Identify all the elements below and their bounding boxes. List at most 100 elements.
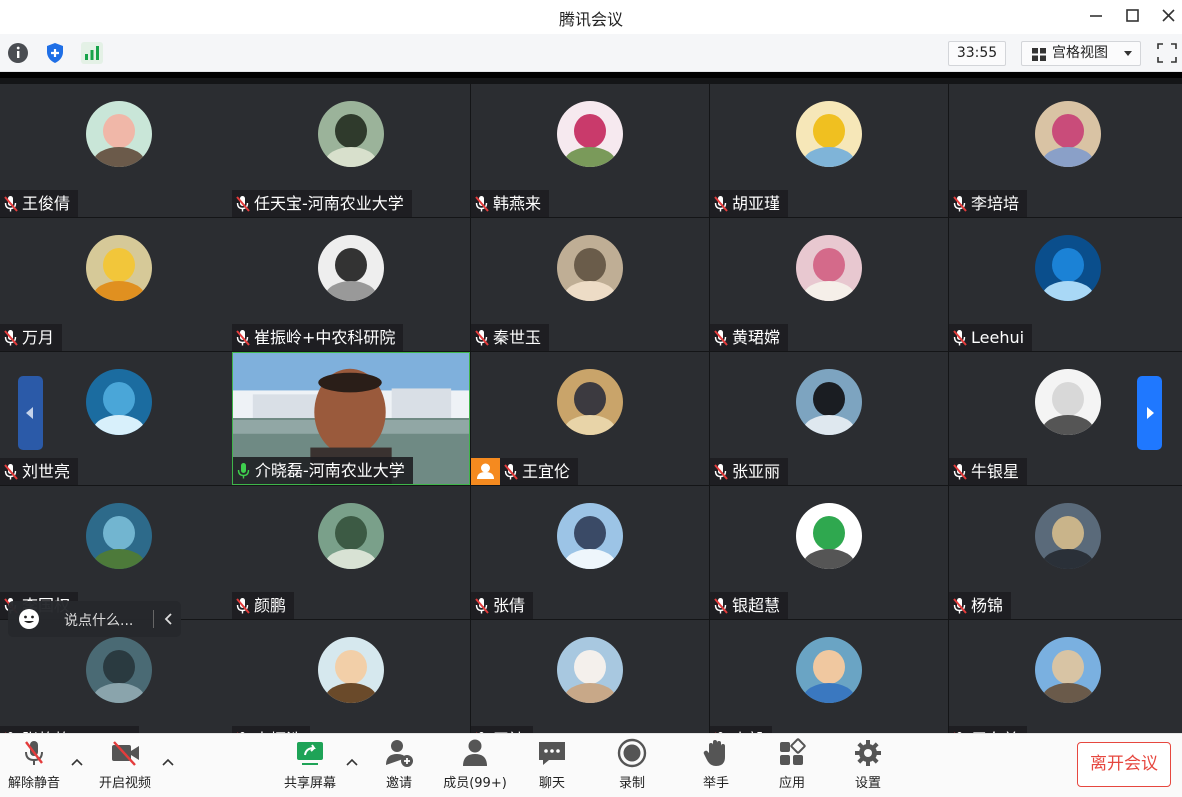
title-bar: 腾讯会议 [0, 0, 1182, 34]
record-button[interactable]: 录制 [613, 737, 651, 791]
bottom-control-bar: 解除静音 开启视频 共享屏幕 邀请 成员(99+) 聊天 录制 举手 应用 设置… [0, 733, 1182, 797]
chevron-left-icon[interactable] [164, 611, 174, 627]
close-button[interactable] [1155, 4, 1181, 28]
participant-avatar [557, 637, 623, 703]
participant-tile[interactable]: 介晓磊-河南农业大学 [232, 352, 470, 485]
participant-name-tag: 介晓磊-河南农业大学 [233, 457, 413, 484]
participant-tile[interactable]: 张亚丽 [710, 352, 948, 485]
chat-bubble-icon [539, 742, 565, 765]
participant-name-tag: 李培培 [949, 190, 1028, 217]
participant-tile[interactable]: 周东美 [949, 620, 1182, 733]
participant-name: 颜鹏 [254, 596, 287, 615]
participant-name-tag: 杨锦 [949, 592, 1012, 619]
mic-muted-icon [714, 330, 728, 346]
participant-avatar [86, 637, 152, 703]
chat-button[interactable]: 聊天 [533, 737, 571, 791]
participant-name-tag: 任天宝-河南农业大学 [232, 190, 412, 217]
shield-icon[interactable] [43, 41, 67, 65]
leave-meeting-button[interactable]: 离开会议 [1077, 742, 1171, 787]
participant-tile[interactable]: 秦世玉 [471, 218, 709, 351]
muted-mic-icon [25, 741, 43, 765]
participant-avatar [318, 101, 384, 167]
unmute-button[interactable]: 解除静音 [6, 737, 62, 791]
participant-tile[interactable]: 王宜伦 [471, 352, 709, 485]
participant-name-tag: 周东美 [949, 726, 1028, 733]
participant-tile[interactable]: 小毅 [710, 620, 948, 733]
mic-muted-icon [953, 464, 967, 480]
chat-input-bar[interactable]: 说点什么... [8, 601, 181, 637]
apps-button[interactable]: 应用 [773, 737, 811, 791]
signal-icon[interactable] [80, 41, 104, 65]
meeting-timer: 33:55 [948, 41, 1006, 66]
participant-avatar [318, 637, 384, 703]
mic-muted-icon [953, 598, 967, 614]
chevron-down-icon [1124, 51, 1132, 56]
participant-tile[interactable]: 杨锦 [949, 486, 1182, 619]
participant-tile[interactable]: 韩燕来 [471, 84, 709, 217]
view-mode-dropdown[interactable]: 宫格视图 [1021, 41, 1141, 66]
info-icon[interactable] [6, 41, 30, 65]
participant-name: 刘世亮 [22, 462, 71, 481]
participant-tile[interactable]: 任天宝-河南农业大学 [232, 84, 470, 217]
emoji-icon[interactable] [18, 608, 40, 630]
participant-tile[interactable]: 颜鹏 [232, 486, 470, 619]
chevron-up-icon[interactable] [346, 758, 358, 766]
grid-view-icon [1032, 48, 1046, 61]
meeting-toolbar: 33:55 宫格视图 [0, 34, 1182, 72]
mic-muted-icon [236, 196, 250, 212]
previous-page-button[interactable] [18, 376, 43, 450]
view-mode-label: 宫格视图 [1052, 45, 1108, 61]
participant-tile[interactable]: 王祎 [471, 620, 709, 733]
participant-avatar [86, 503, 152, 569]
participant-tile[interactable]: 李国权 [0, 486, 238, 619]
participant-avatar [796, 235, 862, 301]
members-button[interactable]: 成员(99+) [443, 737, 507, 791]
chevron-up-icon[interactable] [162, 758, 174, 766]
participant-tile[interactable]: 胡亚瑾 [710, 84, 948, 217]
share-screen-icon [297, 742, 323, 765]
start-video-button[interactable]: 开启视频 [96, 737, 154, 791]
participant-name-tag: 李炳浩 [232, 726, 311, 733]
host-badge-icon [471, 458, 500, 485]
participant-name: 任天宝-河南农业大学 [254, 194, 404, 213]
participant-name: 万月 [22, 328, 55, 347]
apps-icon [780, 738, 806, 765]
participant-avatar [557, 101, 623, 167]
participant-tile[interactable]: 万月 [0, 218, 238, 351]
share-screen-button[interactable]: 共享屏幕 [282, 737, 338, 791]
participant-name-tag: Leehui [949, 324, 1033, 351]
raise-hand-button[interactable]: 举手 [697, 737, 735, 791]
participant-avatar [557, 503, 623, 569]
participant-avatar [1035, 503, 1101, 569]
participant-tile[interactable]: 张倩 [471, 486, 709, 619]
participant-name-tag: 张倩 [471, 592, 534, 619]
fullscreen-icon[interactable] [1156, 41, 1178, 65]
participant-name-tag: 王俊倩 [0, 190, 79, 217]
chevron-up-icon[interactable] [71, 758, 83, 766]
settings-button[interactable]: 设置 [849, 737, 887, 791]
next-page-button[interactable] [1137, 376, 1162, 450]
mic-muted-icon [953, 330, 967, 346]
participant-avatar [796, 101, 862, 167]
participant-avatar [1035, 369, 1101, 435]
participant-tile[interactable]: 李炳浩 [232, 620, 470, 733]
gear-icon [855, 740, 881, 766]
participant-name: 杨锦 [971, 596, 1004, 615]
mic-muted-icon [236, 598, 250, 614]
participant-tile[interactable]: 崔振岭+中农科研院 [232, 218, 470, 351]
invite-button[interactable]: 邀请 [380, 737, 418, 791]
participant-tile[interactable]: 李培培 [949, 84, 1182, 217]
participant-avatar [1035, 235, 1101, 301]
participant-name-tag: 刘世亮 [0, 458, 79, 485]
participant-tile[interactable]: 银超慧 [710, 486, 948, 619]
participant-tile[interactable]: 王俊倩 [0, 84, 238, 217]
participant-avatar [796, 369, 862, 435]
participant-name: 秦世玉 [493, 328, 542, 347]
divider [153, 610, 154, 628]
participant-name: Leehui [971, 328, 1025, 347]
participant-name-tag: 张静静391066 [0, 726, 140, 733]
participant-tile[interactable]: 黄珺嫦 [710, 218, 948, 351]
minimize-button[interactable] [1083, 4, 1109, 28]
participant-tile[interactable]: Leehui [949, 218, 1182, 351]
maximize-button[interactable] [1119, 4, 1145, 28]
